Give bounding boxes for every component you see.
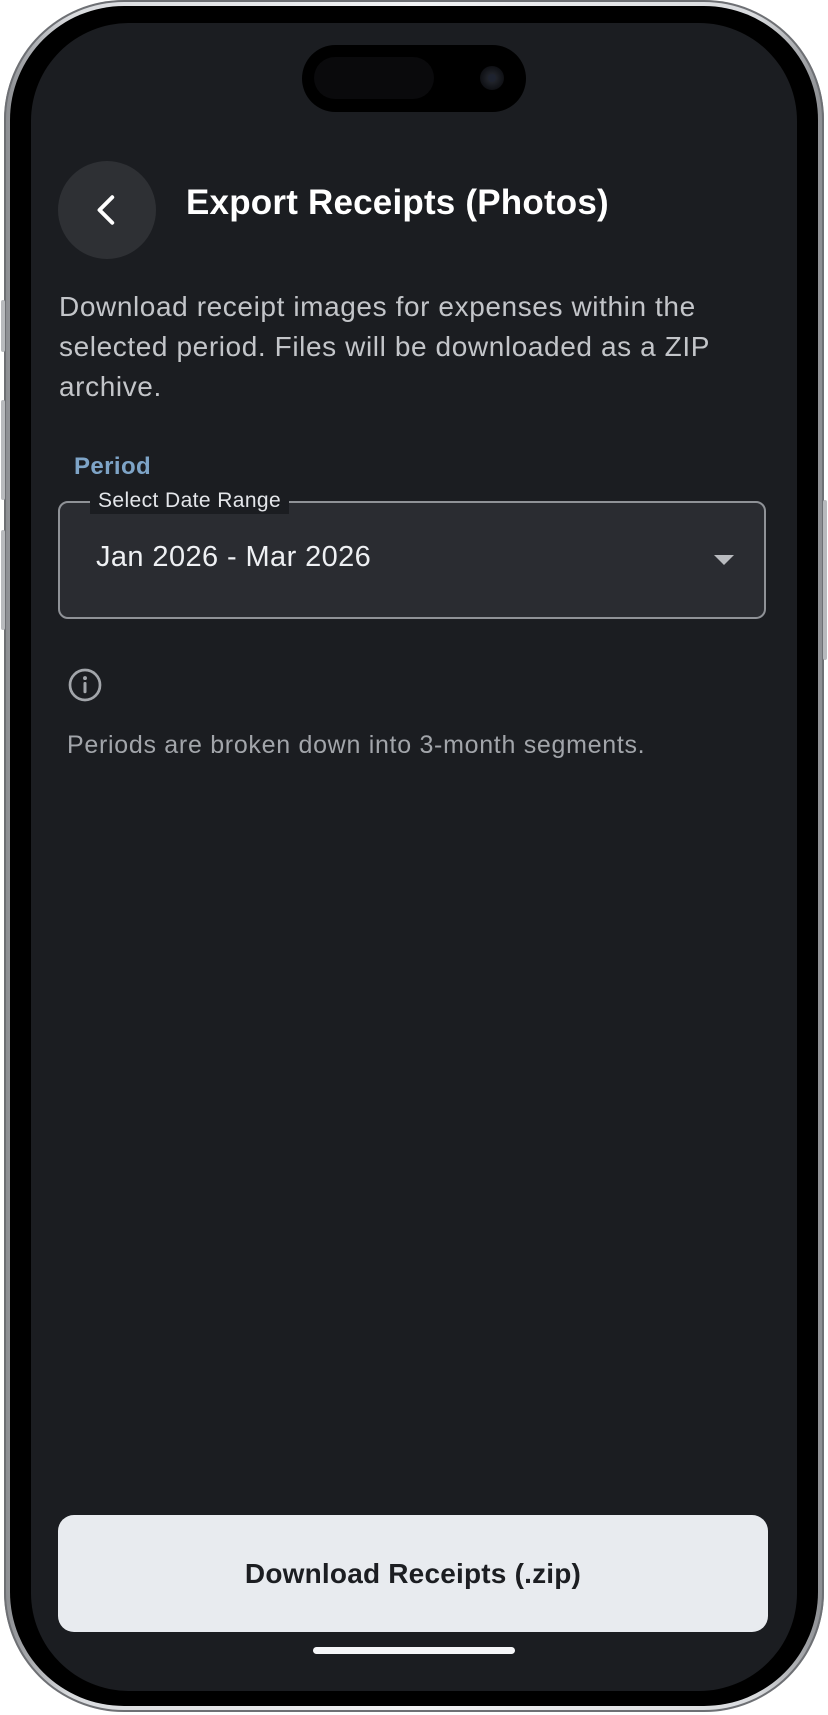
download-receipts-label: Download Receipts (.zip)	[244, 1557, 582, 1589]
page-description: Download receipt images for expenses wit…	[59, 291, 710, 402]
power-button	[823, 500, 827, 660]
period-section-label: Period	[74, 453, 152, 480]
island-sensor	[314, 57, 434, 99]
back-button[interactable]	[58, 161, 156, 259]
page-title: Export Receipts (Photos)	[186, 183, 609, 222]
home-indicator[interactable]	[313, 1647, 515, 1654]
download-receipts-button[interactable]: Download Receipts (.zip)	[58, 1515, 768, 1632]
chevron-left-icon	[97, 195, 115, 225]
front-camera	[480, 66, 504, 90]
info-icon	[68, 668, 102, 702]
date-range-select[interactable]: Select Date Range Jan 2026 - Mar 2026	[58, 488, 766, 619]
action-button	[1, 300, 5, 352]
date-range-selected-value: Jan 2026 - Mar 2026	[96, 541, 372, 573]
dynamic-island	[302, 45, 526, 112]
volume-up-button	[1, 400, 5, 500]
app-screen: Export Receipts (Photos) Download receip…	[31, 23, 797, 1691]
caret-down-icon[interactable]	[714, 555, 734, 565]
date-range-select-label: Select Date Range	[90, 488, 290, 514]
volume-down-button	[1, 530, 5, 630]
period-info-text: Periods are broken down into 3-month seg…	[67, 731, 646, 759]
